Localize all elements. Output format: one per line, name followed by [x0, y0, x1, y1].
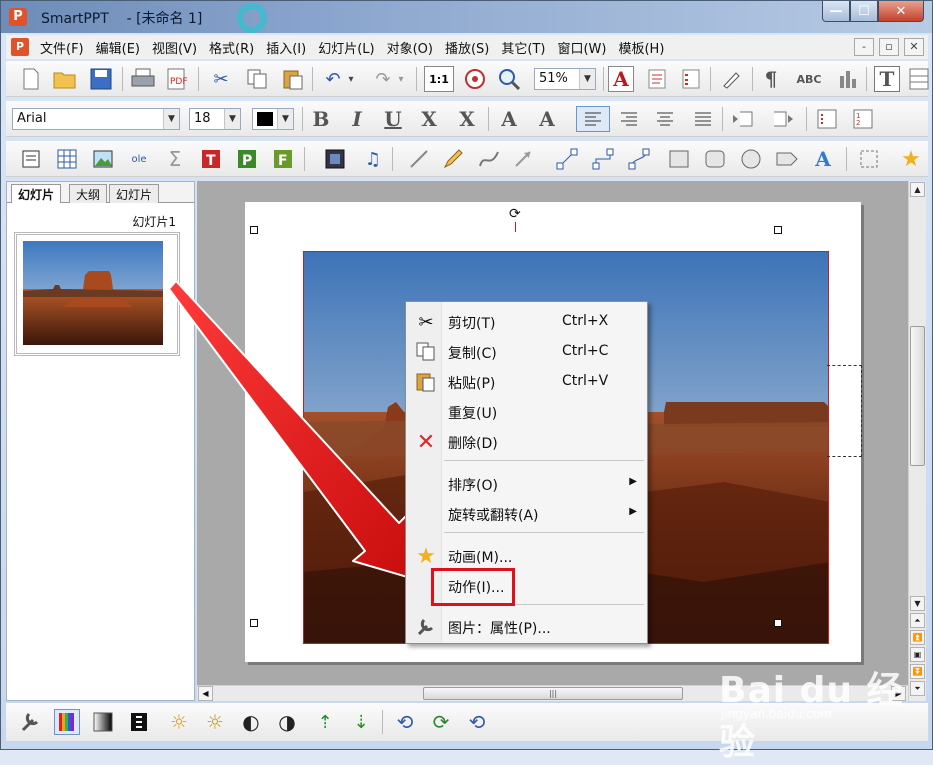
submenu-arrow-icon: ▶ [629, 506, 637, 517]
app-window: P SmartPPT - [未命名 1] — ☐ ✕ P 文件(F) 编辑(E)… [0, 0, 933, 763]
picture-properties-label: 图片：属性(P)... [448, 621, 551, 637]
cut-shortcut: Ctrl+X [562, 313, 609, 329]
menu-item-rotate-flip[interactable]: 旋转或翻转(A) ▶ [407, 500, 647, 528]
menu-item-copy[interactable]: 复制(C) Ctrl+C [407, 338, 647, 366]
highlight-box [431, 568, 515, 606]
menu-item-animation[interactable]: ★ 动画(M)... [407, 542, 647, 570]
menu-item-delete[interactable]: ✕ 删除(D) [407, 428, 647, 456]
star-icon: ★ [416, 543, 436, 569]
paste-label: 粘贴(P) [448, 376, 496, 392]
menu-item-paste[interactable]: 粘贴(P) Ctrl+V [407, 368, 647, 396]
delete-icon: ✕ [416, 429, 436, 455]
paste-icon [414, 371, 438, 393]
menu-item-repeat[interactable]: 重复(U) [407, 398, 647, 426]
copy-shortcut: Ctrl+C [562, 343, 609, 359]
animation-label: 动画(M)... [448, 550, 513, 566]
scissors-icon: ✂ [418, 311, 434, 333]
menu-item-order[interactable]: 排序(O) ▶ [407, 470, 647, 498]
rotate-flip-label: 旋转或翻转(A) [448, 508, 539, 524]
order-label: 排序(O) [448, 478, 498, 494]
menu-item-picture-properties[interactable]: 图片：属性(P)... [407, 613, 647, 641]
repeat-label: 重复(U) [448, 406, 498, 422]
menu-item-cut[interactable]: ✂ 剪切(T) Ctrl+X [407, 308, 647, 336]
paste-shortcut: Ctrl+V [562, 373, 609, 389]
copy-icon [414, 341, 438, 363]
cut-label: 剪切(T) [448, 316, 496, 332]
baidu-watermark: Bai du 经验 jingyan.baidu.com [717, 661, 907, 763]
watermark-url: jingyan.baidu.com [721, 707, 832, 721]
submenu-arrow-icon: ▶ [629, 476, 637, 487]
delete-label: 删除(D) [448, 436, 498, 452]
wrench-icon [414, 616, 438, 638]
copy-label: 复制(C) [448, 346, 497, 362]
